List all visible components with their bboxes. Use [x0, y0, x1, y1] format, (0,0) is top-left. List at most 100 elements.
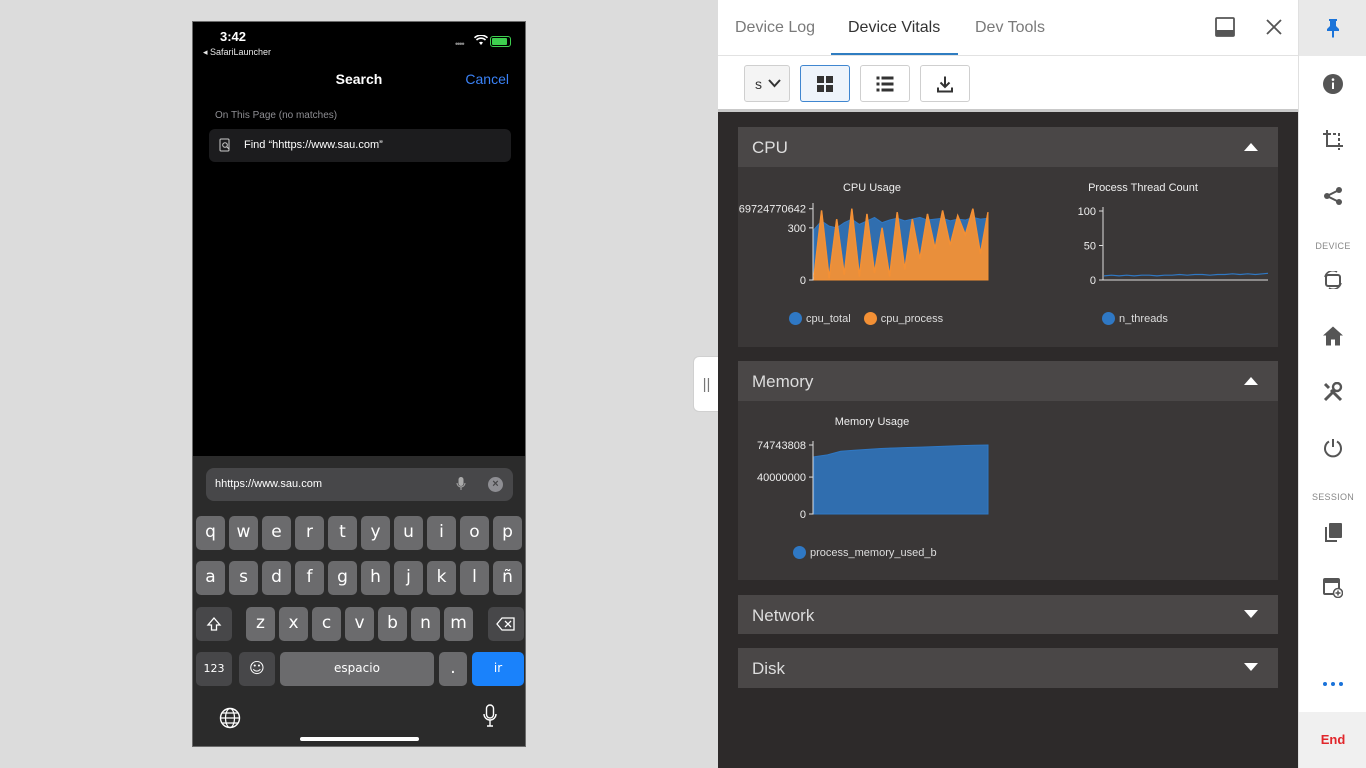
key-k[interactable]: k [427, 561, 456, 595]
more-button[interactable] [1299, 656, 1366, 712]
tab-device-vitals[interactable]: Device Vitals [848, 19, 940, 37]
key-v[interactable]: v [345, 607, 374, 641]
info-button[interactable] [1299, 56, 1366, 112]
key-d[interactable]: d [262, 561, 291, 595]
tab-bar: Device Log Device Vitals Dev Tools [718, 0, 1298, 56]
memory-usage-chart: 0 40000000 74743808 [757, 440, 989, 521]
cpu-section-title: CPU [752, 138, 788, 157]
legend-memory: process_memory_used_b [810, 547, 937, 559]
pin-button[interactable] [1299, 0, 1366, 56]
dictation-mic-icon[interactable] [456, 476, 466, 492]
globe-icon[interactable] [219, 707, 241, 729]
key-r[interactable]: r [295, 516, 324, 550]
key-s[interactable]: s [229, 561, 258, 595]
key-x[interactable]: x [279, 607, 308, 641]
y-tick-label: 300 [788, 223, 806, 235]
key-y[interactable]: y [361, 516, 390, 550]
on-this-page-label: On This Page (no matches) [215, 110, 338, 121]
y-tick-label: 0 [1090, 275, 1096, 287]
key-z[interactable]: z [246, 607, 275, 641]
key-o[interactable]: o [460, 516, 489, 550]
network-section-title: Network [752, 606, 815, 625]
key-n[interactable]: n [411, 607, 440, 641]
key-w[interactable]: w [229, 516, 258, 550]
disk-section-header[interactable]: Disk [738, 648, 1278, 688]
dock-panel-icon[interactable] [1215, 17, 1235, 37]
tab-dev-tools[interactable]: Dev Tools [975, 19, 1045, 37]
clear-url-icon[interactable]: × [488, 477, 503, 492]
disk-section-title: Disk [752, 659, 786, 678]
wrench-icon [1323, 382, 1343, 402]
key-a[interactable]: a [196, 561, 225, 595]
key-t[interactable]: t [328, 516, 357, 550]
panel-drag-handle[interactable]: || [693, 356, 719, 412]
key-ñ[interactable]: ñ [493, 561, 522, 595]
key-c[interactable]: c [312, 607, 341, 641]
key-f[interactable]: f [295, 561, 324, 595]
find-on-page-row[interactable]: Find “hhttps://www.sau.com” [209, 129, 511, 162]
cpu-section: CPU CPU Usage 0 300 69724770642 cpu_total … [738, 127, 1278, 347]
end-session-button[interactable]: End [1299, 712, 1366, 768]
share-button[interactable] [1299, 168, 1366, 224]
copy-session-button[interactable] [1299, 504, 1366, 560]
crop-button[interactable] [1299, 112, 1366, 168]
legend-cpu-process: cpu_process [880, 313, 944, 325]
keyboard-mic-icon[interactable] [483, 704, 497, 728]
key-u[interactable]: u [394, 516, 423, 550]
legend-dot [789, 312, 802, 325]
key-j[interactable]: j [394, 561, 423, 595]
legend-dot [863, 312, 877, 325]
home-indicator[interactable] [300, 737, 419, 741]
key-b[interactable]: b [378, 607, 407, 641]
numbers-key[interactable]: 123 [196, 652, 232, 686]
keyboard: hhttps://www.sau.com × qwertyuiop asdfgh… [193, 456, 525, 746]
key-h[interactable]: h [361, 561, 390, 595]
inspector-panel: Device Log Device Vitals Dev Tools s CPU… [718, 0, 1298, 768]
session-group-label: SESSION [1311, 492, 1355, 502]
network-section: Network [738, 595, 1278, 634]
key-q[interactable]: q [196, 516, 225, 550]
memory-section-title: Memory [752, 372, 814, 391]
space-key[interactable]: espacio [280, 652, 434, 686]
status-bar: 3:42 ◂ SafariLauncher •••• [193, 22, 525, 62]
tools-button[interactable] [1299, 364, 1366, 420]
close-icon[interactable] [1264, 17, 1284, 37]
memory-section-header[interactable]: Memory [738, 361, 1278, 401]
thread-count-title: Process Thread Count [1088, 182, 1198, 194]
tab-device-log[interactable]: Device Log [735, 19, 815, 37]
key-p[interactable]: p [493, 516, 522, 550]
power-button[interactable] [1299, 420, 1366, 476]
new-session-button[interactable] [1299, 560, 1366, 616]
period-key[interactable]: . [439, 652, 467, 686]
cpu-usage-chart: 0 300 69724770642 [739, 203, 989, 287]
network-section-header[interactable]: Network [738, 595, 1278, 634]
home-button[interactable] [1299, 308, 1366, 364]
delete-key[interactable] [488, 607, 524, 641]
shift-key[interactable] [196, 607, 232, 641]
key-l[interactable]: l [460, 561, 489, 595]
cancel-button[interactable]: Cancel [465, 71, 509, 87]
y-tick-label: 74743808 [757, 440, 806, 452]
signal-icon: •••• [455, 39, 465, 49]
grid-view-button[interactable] [800, 65, 850, 102]
go-key[interactable]: ir [472, 652, 524, 686]
more-icon [1323, 682, 1343, 686]
back-to-app-link[interactable]: ◂ SafariLauncher [203, 47, 271, 58]
metric-select[interactable]: s [744, 65, 790, 102]
rotate-device-button[interactable] [1299, 252, 1366, 308]
find-text: Find “hhttps://www.sau.com” [244, 139, 383, 151]
download-button[interactable] [920, 65, 970, 102]
key-e[interactable]: e [262, 516, 291, 550]
key-g[interactable]: g [328, 561, 357, 595]
cpu-section-header[interactable]: CPU [738, 127, 1278, 167]
share-icon [1324, 187, 1342, 205]
device-screen[interactable]: 3:42 ◂ SafariLauncher •••• Search Cancel… [192, 21, 526, 747]
series-area-process_memory_used_b [813, 444, 989, 515]
emoji-key[interactable]: ☺ [239, 652, 275, 686]
key-i[interactable]: i [427, 516, 456, 550]
key-m[interactable]: m [444, 607, 473, 641]
memory-usage-title: Memory Usage [834, 416, 910, 428]
rotate-icon [1324, 271, 1342, 289]
list-view-button[interactable] [860, 65, 910, 102]
url-input[interactable]: hhttps://www.sau.com × [206, 468, 513, 501]
